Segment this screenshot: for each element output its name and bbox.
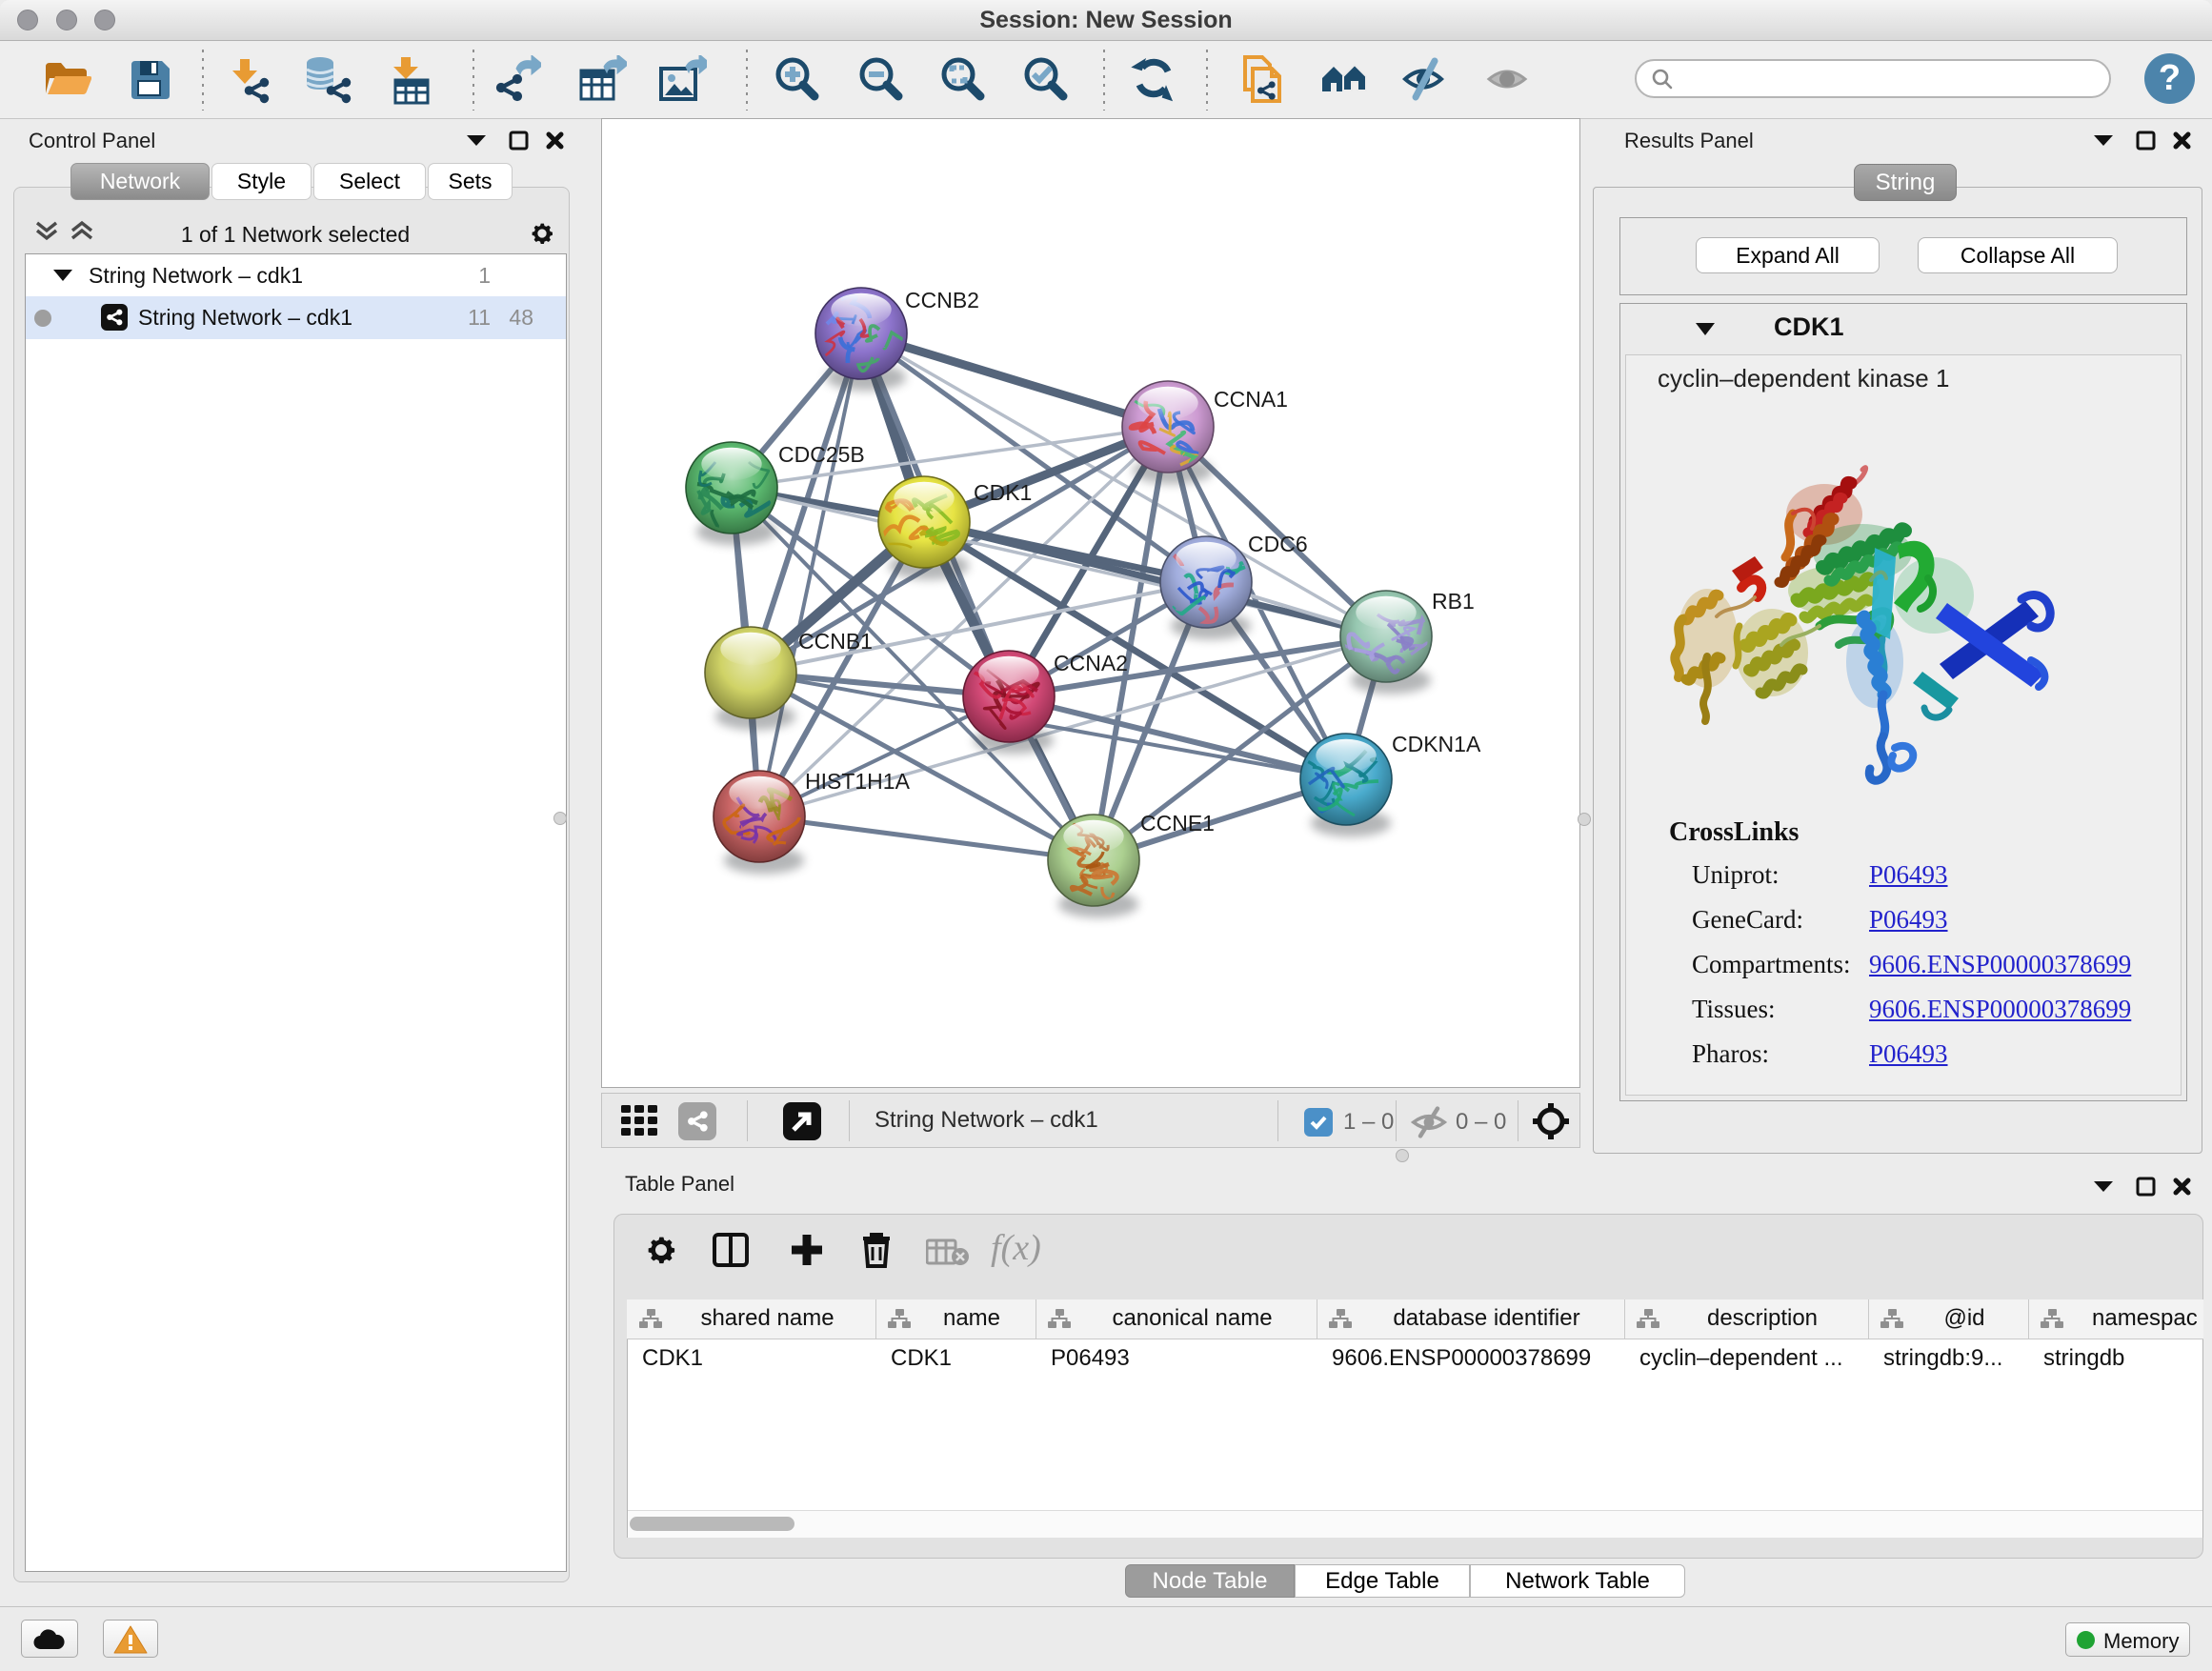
- svg-text:CCNB2: CCNB2: [905, 288, 979, 312]
- svg-text:HIST1H1A: HIST1H1A: [805, 769, 911, 794]
- svg-text:CDC6: CDC6: [1248, 532, 1308, 556]
- svg-text:CDKN1A: CDKN1A: [1392, 732, 1481, 756]
- svg-text:CCNE1: CCNE1: [1140, 811, 1215, 836]
- svg-text:CDC25B: CDC25B: [778, 442, 865, 467]
- svg-text:CCNB1: CCNB1: [798, 629, 873, 654]
- svg-text:CCNA1: CCNA1: [1214, 387, 1288, 412]
- svg-text:CCNA2: CCNA2: [1054, 651, 1128, 675]
- svg-text:CDK1: CDK1: [974, 480, 1032, 505]
- svg-text:RB1: RB1: [1432, 589, 1475, 614]
